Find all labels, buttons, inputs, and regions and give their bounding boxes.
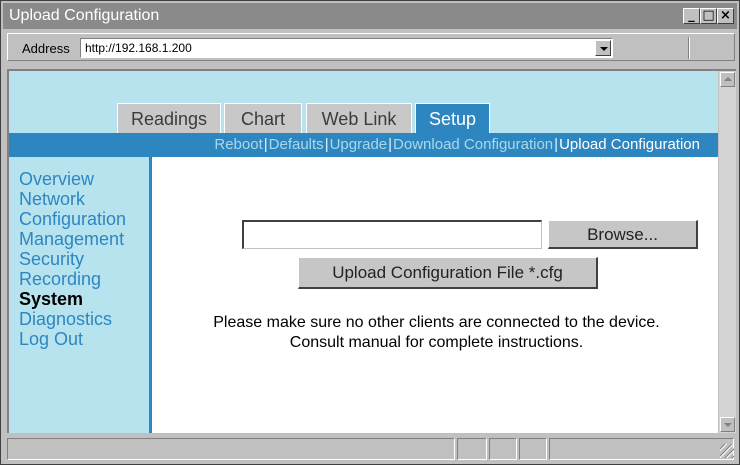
content-viewport: Readings Chart Web Link Setup Reboot|Def… [7,69,736,433]
sidebar-item-recording[interactable]: Recording [19,269,126,289]
window-title: Upload Configuration [9,7,160,24]
close-button[interactable]: × [717,8,734,24]
sub-navigation: Reboot|Defaults|Upgrade|Download Configu… [9,133,718,157]
sidebar-item-security[interactable]: Security [19,249,126,269]
subnav-upload-configuration[interactable]: Upload Configuration [559,136,700,153]
sidebar-item-management[interactable]: Management [19,229,126,249]
sidebar-item-network[interactable]: Network [19,189,126,209]
resize-grip-icon[interactable] [720,444,734,458]
tab-chart[interactable]: Chart [224,103,302,133]
status-pane-3 [489,438,517,460]
address-label: Address [22,41,70,56]
sidebar-list: Overview Network Configuration Managemen… [19,169,126,349]
sidebar-item-log-out[interactable]: Log Out [19,329,126,349]
minimize-button[interactable]: _ [683,8,700,24]
tab-web-link[interactable]: Web Link [306,103,412,133]
tab-readings[interactable]: Readings [117,103,221,133]
instruction-line-2: Consult manual for complete instructions… [289,334,584,351]
main-content: Browse... Upload Configuration File *.cf… [155,157,718,433]
subnav-upgrade[interactable]: Upgrade [330,136,388,153]
sub-navigation-list: Reboot|Defaults|Upgrade|Download Configu… [214,137,700,153]
sidebar-item-diagnostics[interactable]: Diagnostics [19,309,126,329]
maximize-button[interactable]: □ [700,8,717,24]
address-input[interactable]: http://192.168.1.200 [80,38,613,58]
address-toolbar: Address http://192.168.1.200 [7,33,735,61]
status-pane-4 [519,438,547,460]
status-pane-zone [549,438,734,460]
subnav-reboot[interactable]: Reboot [214,136,262,153]
subnav-defaults[interactable]: Defaults [269,136,324,153]
address-dropdown-button[interactable] [595,40,611,56]
sidebar-item-overview[interactable]: Overview [19,169,126,189]
web-page: Readings Chart Web Link Setup Reboot|Def… [9,71,718,433]
subnav-download-configuration[interactable]: Download Configuration [393,136,553,153]
status-bar [7,438,736,460]
instruction-line-1: Please make sure no other clients are co… [213,314,660,331]
file-path-input[interactable] [242,220,542,249]
status-pane-2 [457,438,487,460]
vertical-scrollbar[interactable] [718,71,736,433]
toolbar-separator [688,37,690,59]
sidebar-item-configuration[interactable]: Configuration [19,209,126,229]
scroll-up-button[interactable] [720,72,735,87]
scroll-down-button[interactable] [720,417,735,432]
sidebar-item-system[interactable]: System [19,289,126,309]
sidebar: Overview Network Configuration Managemen… [9,157,152,433]
instruction-message: Please make sure no other clients are co… [155,313,718,353]
title-bar[interactable]: Upload Configuration _ □ × [3,3,737,29]
browse-button[interactable]: Browse... [548,220,698,249]
status-pane-main [7,438,455,460]
upload-configuration-button[interactable]: Upload Configuration File *.cfg [298,257,598,289]
tab-setup[interactable]: Setup [415,103,490,133]
browser-window: Upload Configuration _ □ × Address http:… [0,0,740,465]
